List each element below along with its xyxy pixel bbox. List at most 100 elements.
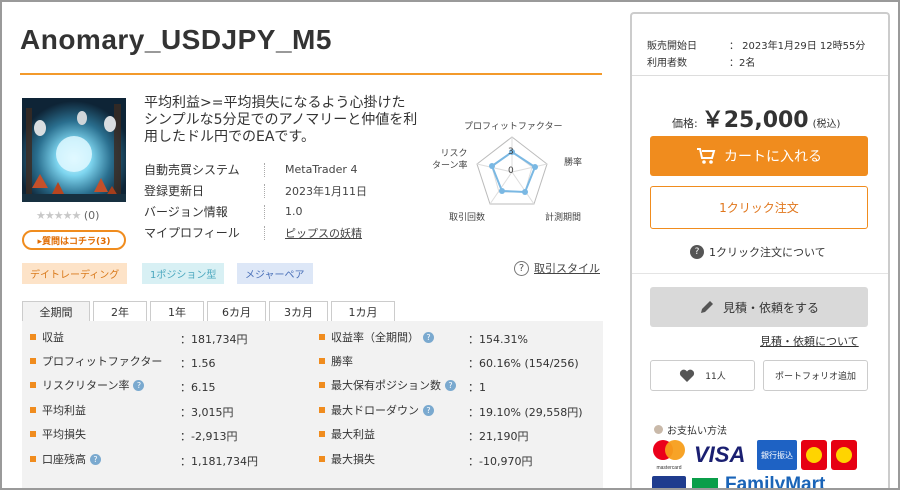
spec-divider <box>264 162 265 177</box>
help-icon[interactable]: ? <box>90 453 101 465</box>
panel-divider <box>632 75 888 76</box>
bank-transfer-icon: 銀行振込 <box>757 440 797 470</box>
stat-label: 収益率（全期間）? <box>319 327 434 347</box>
help-icon[interactable]: ? <box>423 331 434 343</box>
heart-icon <box>680 369 695 382</box>
price: 価格: ￥25,000 (税込) <box>672 102 840 134</box>
estimate-button-label: 見積・依頼をする <box>722 300 819 315</box>
stat-value: ：60.16% (154/256) <box>468 357 579 370</box>
one-click-order-button[interactable]: 1クリック注文 <box>650 186 868 229</box>
stat-value: ：19.10% (29,558円) <box>468 406 583 419</box>
tab-1m[interactable]: 1カ月 <box>331 301 395 322</box>
tab-1y[interactable]: 1年 <box>150 301 204 322</box>
stat-label: 最大保有ポジション数? <box>319 375 456 395</box>
stat-value: ：3,015円 <box>180 406 234 419</box>
spec-divider <box>264 225 265 240</box>
help-icon[interactable]: ? <box>133 379 145 391</box>
spec-row: 登録更新日 2023年1月11日 <box>144 180 404 201</box>
favorite-button[interactable]: 11人 <box>650 360 755 391</box>
stat-value: ：21,190円 <box>468 430 529 443</box>
bullet-icon <box>30 431 36 437</box>
stat-value: ：1,181,734円 <box>180 455 258 468</box>
period-tabs: 全期間 2年 1年 6カ月 3カ月 1カ月 <box>22 301 395 322</box>
stat-value: ：-2,913円 <box>180 430 238 443</box>
stat-label: リスクリターン率? <box>30 375 145 395</box>
tab-all[interactable]: 全期間 <box>22 301 90 322</box>
radar-label-trades: 取引回数 <box>449 213 486 223</box>
svg-text:mastercard: mastercard <box>656 465 681 471</box>
stat-value: ：-10,970円 <box>468 455 533 468</box>
estimate-request-button[interactable]: 見積・依頼をする <box>650 287 868 327</box>
estimate-info-link[interactable]: 見積・依頼について <box>760 333 859 349</box>
payment-methods-title: お支払い方法 <box>654 422 727 437</box>
sale-start: 販売開始日： 2023年1月29日 12時55分 <box>647 41 866 52</box>
spec-label: マイプロフィール <box>144 226 240 240</box>
tab-3m[interactable]: 3カ月 <box>269 301 328 322</box>
tab-6m[interactable]: 6カ月 <box>207 301 266 322</box>
price-label: 価格: <box>672 117 698 130</box>
spec-row: バージョン情報 1.0 <box>144 201 404 222</box>
stat-label: 勝率 <box>319 351 353 371</box>
spec-table: 自動売買システム MetaTrader 4 登録更新日 2023年1月11日 バ… <box>144 159 404 243</box>
product-thumbnail[interactable] <box>22 98 126 202</box>
stat-label: 平均損失 <box>30 424 86 444</box>
cart-button-label: カートに入れる <box>724 149 822 165</box>
stat-label: 収益 <box>30 327 64 347</box>
jcb-icon <box>652 476 686 488</box>
bullet-icon <box>30 456 36 462</box>
stat-value: ：6.15 <box>180 381 216 394</box>
spec-label: バージョン情報 <box>144 205 228 219</box>
spec-divider <box>264 204 265 219</box>
rating: ★★★★★ (0) <box>36 209 99 222</box>
stat-value: ：181,734円 <box>180 333 248 346</box>
stat-label: プロフィットファクター <box>30 351 162 371</box>
trade-style-link[interactable]: 取引スタイル <box>534 260 600 276</box>
bullet-icon <box>319 407 325 413</box>
tag-day-trading[interactable]: デイトレーディング <box>22 263 128 284</box>
question-button[interactable]: ▸質問はコチラ(3) <box>22 230 126 250</box>
stat-label: 平均利益 <box>30 400 86 420</box>
radar-point <box>532 164 538 170</box>
bullet-icon <box>319 382 325 388</box>
visa-icon: VISA <box>694 442 746 467</box>
favorite-count: 11人 <box>705 372 726 382</box>
radar-point <box>499 188 505 194</box>
stat-label: 最大ドローダウン? <box>319 400 434 420</box>
tag-major-pair[interactable]: メジャーペア <box>237 263 313 284</box>
help-icon[interactable]: ? <box>445 379 456 391</box>
tab-2y[interactable]: 2年 <box>93 301 147 322</box>
spec-value: 2023年1月11日 <box>285 184 367 198</box>
add-to-cart-button[interactable]: カートに入れる <box>650 136 868 176</box>
question-icon: ? <box>690 245 704 259</box>
radar-center-value: 0 <box>508 166 514 176</box>
bullet-icon <box>30 334 36 340</box>
question-icon: ? <box>514 260 529 276</box>
rating-stars: ★★★★★ <box>36 209 81 222</box>
stat-label: 最大利益 <box>319 424 375 444</box>
radar-point <box>522 189 528 195</box>
bullet-icon <box>654 425 663 434</box>
tag-one-position[interactable]: 1ポジション型 <box>142 263 225 284</box>
title-divider <box>20 73 602 75</box>
one-click-help[interactable]: ? 1クリック注文について <box>690 244 826 260</box>
trade-style-help[interactable]: ? 取引スタイル <box>514 260 600 276</box>
familymart-logo-icon <box>692 478 718 488</box>
daily-yamazaki-icon <box>801 440 827 470</box>
stat-value: ：1.56 <box>180 357 216 370</box>
bullet-icon <box>319 334 325 340</box>
radar-point <box>489 163 495 169</box>
help-icon[interactable]: ? <box>423 404 434 416</box>
spec-value: 1.0 <box>285 205 303 218</box>
radar-chart: プロフィットファクター 勝率 計測期間 取引回数 リスク ターン率 3 0 <box>422 112 602 227</box>
bullet-icon <box>319 456 325 462</box>
spec-label: 自動売買システム <box>144 163 240 177</box>
spec-row: 自動売買システム MetaTrader 4 <box>144 159 404 180</box>
panel-divider <box>632 273 888 274</box>
spec-value: MetaTrader 4 <box>285 163 358 176</box>
price-tax: (税込) <box>812 119 841 130</box>
radar-label-risk-return: リスク ターン率 <box>432 149 468 171</box>
profile-link[interactable]: ピップスの妖精 <box>285 225 362 241</box>
bullet-icon <box>319 358 325 364</box>
page-frame: Anomary_USDJPY_M5 ★★★★★ (0) ▸質問はコチラ(3) 平… <box>0 0 900 490</box>
add-portfolio-button[interactable]: ポートフォリオ追加 <box>763 360 868 391</box>
